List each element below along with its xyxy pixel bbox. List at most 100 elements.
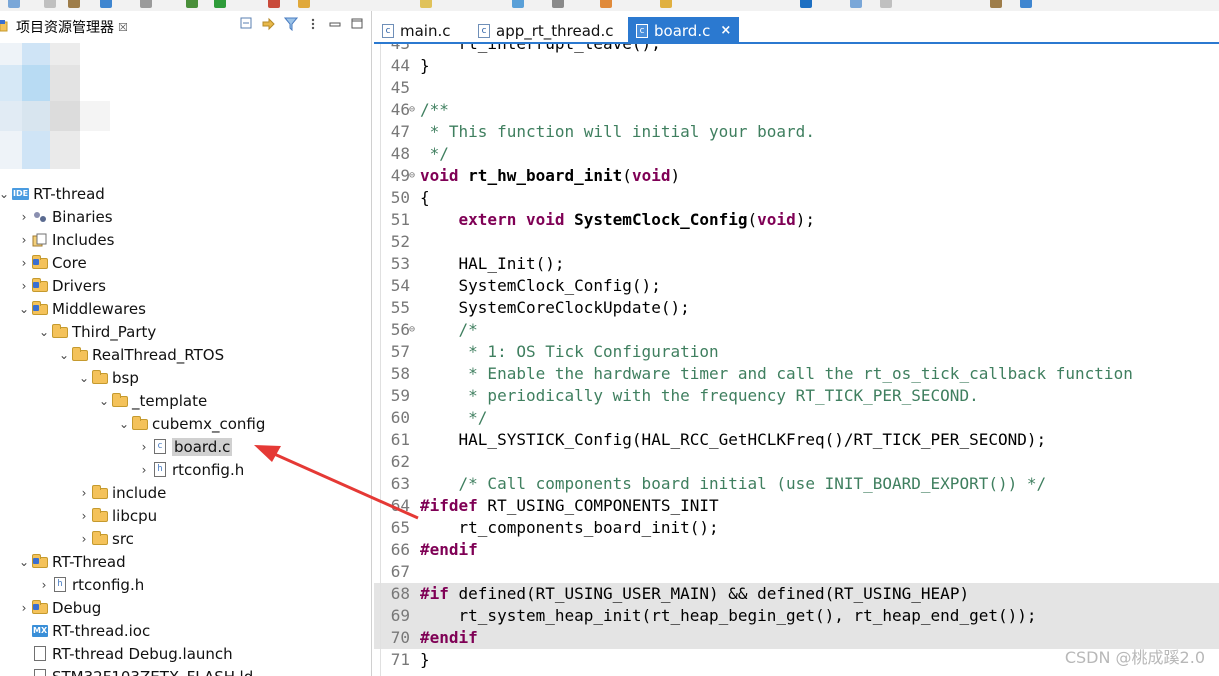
toolbar-button-icon[interactable] <box>268 0 280 8</box>
tree-item[interactable]: ⌄ Middlewares <box>16 297 146 320</box>
view-menu-icon[interactable] <box>306 17 320 31</box>
chevron-right-icon[interactable]: › <box>16 601 32 615</box>
code-line[interactable]: 50 { <box>374 187 1219 209</box>
tree-item[interactable]: › h rtconfig.h <box>36 573 145 596</box>
code-line[interactable]: 51 extern void SystemClock_Config(void); <box>374 209 1219 231</box>
chevron-down-icon[interactable]: ⌄ <box>16 555 32 569</box>
tree-item[interactable]: › libcpu <box>76 504 158 527</box>
fold-toggle-icon[interactable]: ⊖ <box>409 319 415 341</box>
tree-item[interactable]: › Includes <box>16 228 115 251</box>
chevron-down-icon[interactable]: ⌄ <box>56 348 72 362</box>
tree-item[interactable]: ⌄ Third_Party <box>36 320 156 343</box>
code-line[interactable]: 65 rt_components_board_init(); <box>374 517 1219 539</box>
chevron-down-icon[interactable]: ⌄ <box>76 371 92 385</box>
toolbar-button-icon[interactable] <box>8 0 20 8</box>
code-line[interactable]: 60 */ <box>374 407 1219 429</box>
code-line[interactable]: 44} <box>374 55 1219 77</box>
tree-item[interactable]: › src <box>76 527 134 550</box>
minimize-icon[interactable] <box>328 17 342 31</box>
chevron-right-icon[interactable]: › <box>76 532 92 546</box>
chevron-down-icon[interactable]: ⌄ <box>116 417 132 431</box>
code-line[interactable]: 47 * This function will initial your boa… <box>374 121 1219 143</box>
tab-app-rt-thread-c[interactable]: c app_rt_thread.c <box>470 17 621 44</box>
code-line[interactable]: 64 #ifdef RT_USING_COMPONENTS_INIT <box>374 495 1219 517</box>
toolbar-button-icon[interactable] <box>512 0 524 8</box>
tree-item[interactable]: › Binaries <box>16 205 113 228</box>
toolbar-button-icon[interactable] <box>660 0 672 8</box>
toolbar-button-icon[interactable] <box>186 0 198 8</box>
code-line[interactable]: 62 <box>374 451 1219 473</box>
code-line[interactable]: 66 #endif <box>374 539 1219 561</box>
code-line[interactable]: 59 * periodically with the frequency RT_… <box>374 385 1219 407</box>
toolbar-button-icon[interactable] <box>214 0 226 8</box>
chevron-down-icon[interactable]: ⌄ <box>96 394 112 408</box>
chevron-right-icon[interactable]: › <box>16 210 32 224</box>
code-line[interactable]: 61 HAL_SYSTICK_Config(HAL_RCC_GetHCLKFre… <box>374 429 1219 451</box>
tree-item[interactable]: › Drivers <box>16 274 106 297</box>
toolbar-button-icon[interactable] <box>140 0 152 8</box>
toolbar-button-icon[interactable] <box>850 0 862 8</box>
tree-item[interactable]: STM32F103ZETX_FLASH.ld <box>16 665 253 676</box>
fold-toggle-icon[interactable]: ⊖ <box>409 99 415 121</box>
tree-item[interactable]: › Debug <box>16 596 102 619</box>
code-line[interactable]: 46 ⊖ /** <box>374 99 1219 121</box>
chevron-right-icon[interactable]: › <box>36 578 52 592</box>
toolbar-button-icon[interactable] <box>298 0 310 8</box>
project-explorer-tab[interactable]: 项目资源管理器 ☒ <box>0 11 128 43</box>
toolbar-button-icon[interactable] <box>880 0 892 8</box>
code-line[interactable]: 48 */ <box>374 143 1219 165</box>
tree-item[interactable]: ⌄ RealThread_RTOS <box>56 343 224 366</box>
tree-item[interactable]: › Core <box>16 251 87 274</box>
code-line[interactable]: 63 /* Call components board initial (use… <box>374 473 1219 495</box>
code-line[interactable]: 68 #if defined(RT_USING_USER_MAIN) && def… <box>374 583 1219 605</box>
code-line[interactable]: 58 * Enable the hardware timer and call … <box>374 363 1219 385</box>
chevron-right-icon[interactable]: › <box>76 486 92 500</box>
code-line[interactable]: 45 <box>374 77 1219 99</box>
toolbar-button-icon[interactable] <box>600 0 612 8</box>
link-editor-icon[interactable] <box>262 17 276 31</box>
chevron-right-icon[interactable]: › <box>16 256 32 270</box>
tab-main-c[interactable]: c main.c <box>374 17 459 44</box>
close-icon[interactable]: × <box>720 23 731 38</box>
chevron-right-icon[interactable]: › <box>16 233 32 247</box>
filter-icon[interactable] <box>283 17 299 32</box>
collapse-all-icon[interactable] <box>240 17 254 31</box>
tree-item[interactable]: ⌄ bsp <box>76 366 139 389</box>
tree-item[interactable]: › include <box>76 481 167 504</box>
code-line[interactable]: 53 HAL_Init(); <box>374 253 1219 275</box>
code-line[interactable]: 52 <box>374 231 1219 253</box>
tree-item[interactable]: ⌄IDERT-thread <box>0 182 105 205</box>
tree-item[interactable]: ⌄ cubemx_config <box>116 412 265 435</box>
code-line[interactable]: 56 ⊖ /* <box>374 319 1219 341</box>
toolbar-button-icon[interactable] <box>420 0 432 8</box>
tree-item[interactable]: › c board.c <box>136 435 233 458</box>
tree-item[interactable]: ⌄ _template <box>96 389 207 412</box>
chevron-down-icon[interactable]: ⌄ <box>16 302 32 316</box>
tab-board-c[interactable]: c board.c × <box>628 17 740 44</box>
code-line[interactable]: 55 SystemCoreClockUpdate(); <box>374 297 1219 319</box>
toolbar-button-icon[interactable] <box>68 0 80 8</box>
tree-item[interactable]: MX RT-thread.ioc <box>16 619 150 642</box>
close-icon[interactable]: ☒ <box>118 21 128 34</box>
toolbar-button-icon[interactable] <box>990 0 1002 8</box>
code-line[interactable]: 57 * 1: OS Tick Configuration <box>374 341 1219 363</box>
chevron-right-icon[interactable]: › <box>136 440 152 454</box>
tree-item[interactable]: › h rtconfig.h <box>136 458 245 481</box>
maximize-icon[interactable] <box>350 17 364 31</box>
toolbar-button-icon[interactable] <box>44 0 56 8</box>
toolbar-button-icon[interactable] <box>552 0 564 8</box>
tree-item[interactable]: RT-thread Debug.launch <box>16 642 233 665</box>
chevron-right-icon[interactable]: › <box>76 509 92 523</box>
code-line[interactable]: 54 SystemClock_Config(); <box>374 275 1219 297</box>
code-line[interactable]: 49 ⊖ void rt_hw_board_init(void) <box>374 165 1219 187</box>
chevron-down-icon[interactable]: ⌄ <box>0 187 12 201</box>
toolbar-button-icon[interactable] <box>1020 0 1032 8</box>
fold-toggle-icon[interactable]: ⊖ <box>409 165 415 187</box>
code-line[interactable]: 67 <box>374 561 1219 583</box>
chevron-right-icon[interactable]: › <box>16 279 32 293</box>
code-line[interactable]: 69 rt_system_heap_init(rt_heap_begin_get… <box>374 605 1219 627</box>
chevron-down-icon[interactable]: ⌄ <box>36 325 52 339</box>
chevron-right-icon[interactable]: › <box>136 463 152 477</box>
tree-item[interactable]: ⌄ RT-Thread <box>16 550 126 573</box>
toolbar-button-icon[interactable] <box>800 0 812 8</box>
